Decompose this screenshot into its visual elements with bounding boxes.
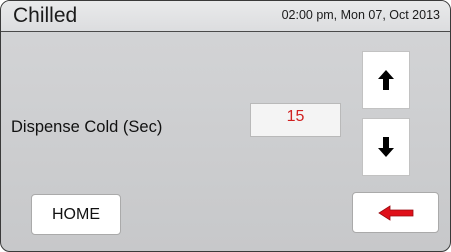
setting-label: Dispense Cold (Sec)	[11, 118, 163, 136]
setting-value-field[interactable]: 15	[250, 103, 341, 137]
decrement-button[interactable]	[362, 118, 410, 176]
left-arrow-icon	[377, 204, 413, 221]
header-bar: Chilled 02:00 pm, Mon 07, Oct 2013	[1, 1, 450, 32]
increment-button[interactable]	[362, 51, 410, 109]
up-arrow-icon	[378, 70, 394, 90]
screen: Chilled 02:00 pm, Mon 07, Oct 2013 Dispe…	[0, 0, 451, 252]
down-arrow-icon	[378, 137, 394, 157]
page-title: Chilled	[13, 4, 78, 27]
datetime-display: 02:00 pm, Mon 07, Oct 2013	[281, 8, 440, 22]
home-button-label: HOME	[52, 205, 100, 223]
back-button[interactable]	[352, 192, 439, 233]
home-button[interactable]: HOME	[31, 194, 121, 235]
